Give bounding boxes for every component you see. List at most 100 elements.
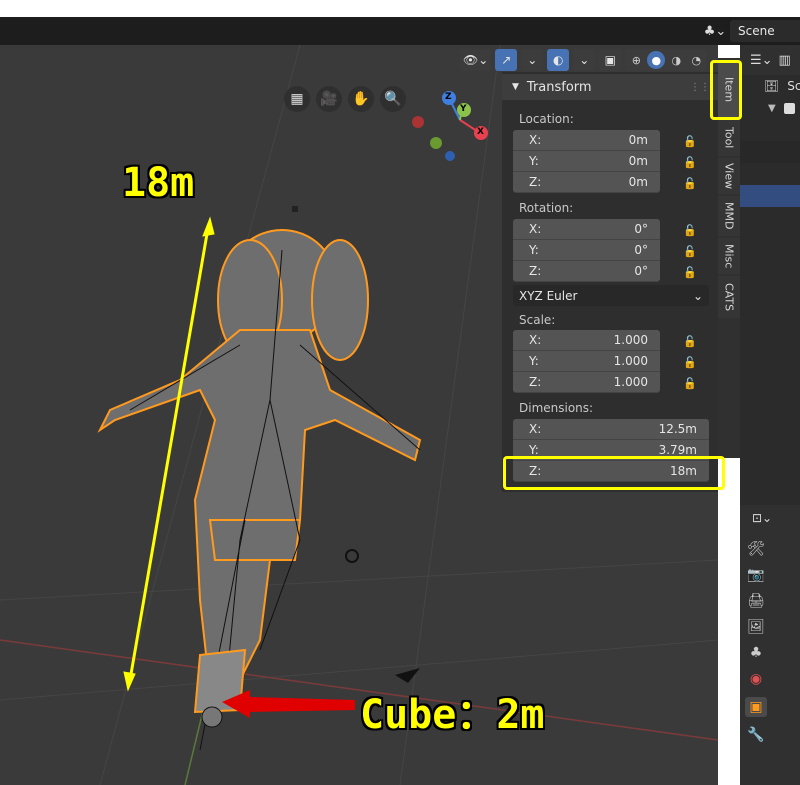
outliner-row[interactable] bbox=[740, 119, 800, 141]
location-label: Location: bbox=[519, 112, 574, 126]
view-layer-icon[interactable]: 🖼 bbox=[747, 619, 765, 635]
lock-icon[interactable]: 🔓 bbox=[683, 377, 697, 391]
axis-label: Z: bbox=[529, 264, 542, 278]
checkbox-icon[interactable] bbox=[783, 102, 795, 114]
editor-type-icon[interactable]: ☰⌄ bbox=[750, 53, 773, 68]
pan-hand-icon[interactable]: ✋ bbox=[348, 86, 374, 112]
dimensions-x-field[interactable]: X: 12.5m bbox=[513, 419, 709, 440]
rotation-mode-select[interactable]: XYZ Euler ⌄ bbox=[513, 285, 709, 306]
solid-shading-icon[interactable]: ● bbox=[647, 51, 666, 69]
dimension-z-highlight bbox=[503, 456, 725, 490]
tab-misc[interactable]: Misc bbox=[718, 238, 740, 274]
properties-tabs: 🛠 📷 🖨 🖼 ♣ ◉ ▣ 🔧 bbox=[740, 535, 772, 743]
height-arrow bbox=[123, 216, 215, 692]
location-y-field[interactable]: Y: 0m bbox=[513, 151, 660, 172]
gizmo-z-label: Z bbox=[445, 92, 452, 102]
transform-panel-header[interactable]: ▼ Transform ⋮⋮ bbox=[502, 74, 718, 100]
lock-icon[interactable]: 🔓 bbox=[683, 245, 697, 259]
tab-cats[interactable]: CATS bbox=[718, 276, 740, 318]
axis-label: Y: bbox=[529, 243, 539, 257]
outliner-row-selected[interactable] bbox=[740, 185, 800, 207]
scale-x-field[interactable]: X: 1.000 bbox=[513, 330, 660, 351]
outliner-item-label: Sc bbox=[787, 79, 800, 93]
lock-icon[interactable]: 🔓 bbox=[683, 135, 697, 149]
expand-triangle-icon[interactable]: ▼ bbox=[768, 103, 776, 114]
rotation-z-field[interactable]: Z: 0° bbox=[513, 261, 660, 282]
properties-panel: ⊡⌄ 🛠 📷 🖨 🖼 ♣ ◉ ▣ 🔧 bbox=[740, 505, 800, 785]
grid-view-icon[interactable]: ▦ bbox=[284, 86, 310, 112]
filter-icon[interactable]: ▥ bbox=[779, 53, 791, 68]
field-value: 0° bbox=[634, 264, 648, 278]
axis-label: X: bbox=[529, 222, 542, 236]
height-annotation: 18m bbox=[122, 160, 195, 206]
lock-icon[interactable]: 🔓 bbox=[683, 266, 697, 280]
drag-handle-icon[interactable]: ⋮⋮ bbox=[690, 82, 710, 93]
scale-z-field[interactable]: Z: 1.000 bbox=[513, 372, 660, 393]
location-z-field[interactable]: Z: 0m bbox=[513, 172, 660, 193]
scene-icon[interactable]: ♣ bbox=[750, 645, 763, 661]
field-value: 1.000 bbox=[613, 354, 648, 368]
lock-icon[interactable]: 🔓 bbox=[683, 156, 697, 170]
tab-view[interactable]: View bbox=[718, 158, 740, 194]
scale-y-field[interactable]: Y: 1.000 bbox=[513, 351, 660, 372]
outliner-row[interactable]: 🗄 Sc bbox=[740, 75, 800, 97]
overlay-dropdown-icon[interactable]: ⌄ bbox=[573, 49, 596, 71]
axis-label: X: bbox=[529, 422, 542, 436]
field-value: 1.000 bbox=[613, 375, 648, 389]
world-icon[interactable]: ◉ bbox=[750, 671, 762, 687]
field-value: 1.000 bbox=[613, 333, 648, 347]
scene-selector[interactable]: ♣⌄ Scene bbox=[700, 20, 800, 42]
outliner-row[interactable] bbox=[740, 163, 800, 185]
cube-pointer-arrow bbox=[222, 690, 355, 718]
tab-mmd[interactable]: MMD bbox=[718, 196, 740, 236]
scene-icon: ♣⌄ bbox=[703, 23, 727, 39]
properties-header: ⊡⌄ bbox=[740, 505, 800, 531]
modifier-icon[interactable]: 🔧 bbox=[747, 727, 764, 743]
material-shading-icon[interactable]: ◑ bbox=[667, 51, 685, 69]
outliner-row[interactable]: ▼ bbox=[740, 97, 800, 119]
location-x-field[interactable]: X: 0m bbox=[513, 130, 660, 151]
camera-object bbox=[395, 668, 420, 683]
x-axis-line bbox=[0, 639, 718, 741]
gizmo-dropdown-icon[interactable]: ⌄ bbox=[521, 49, 544, 71]
gizmo-x-label: X bbox=[477, 127, 484, 137]
object-icon[interactable]: ▣ bbox=[745, 697, 767, 717]
axis-label: X: bbox=[529, 133, 542, 147]
lock-icon[interactable]: 🔓 bbox=[683, 356, 697, 370]
field-value: 12.5m bbox=[658, 422, 697, 436]
panel-title: Transform bbox=[526, 79, 592, 95]
field-value: 0° bbox=[634, 222, 648, 236]
scene-name[interactable]: Scene bbox=[730, 20, 800, 42]
gizmo-toggle-icon[interactable]: ↗ bbox=[495, 49, 518, 71]
lock-icon[interactable]: 🔓 bbox=[683, 335, 697, 349]
field-value: 0m bbox=[628, 133, 648, 147]
viewport-header: 👁⌄ ↗ ⌄ ◐ ⌄ ▣ ⊕ ● ◑ ◔ bbox=[460, 48, 708, 72]
camera-view-icon[interactable]: 🎥 bbox=[316, 86, 342, 112]
dimensions-label: Dimensions: bbox=[519, 401, 594, 415]
tab-tool[interactable]: Tool bbox=[718, 120, 740, 156]
rotation-y-field[interactable]: Y: 0° bbox=[513, 240, 660, 261]
field-value: 0° bbox=[634, 243, 648, 257]
xray-icon[interactable]: ▣ bbox=[599, 49, 622, 71]
editor-type-icon[interactable]: ⊡⌄ bbox=[752, 511, 772, 525]
rendered-shading-icon[interactable]: ◔ bbox=[687, 51, 705, 69]
collection-icon: 🗄 bbox=[764, 79, 780, 93]
output-icon[interactable]: 🖨 bbox=[747, 593, 765, 609]
lock-icon[interactable]: 🔓 bbox=[683, 224, 697, 238]
lock-icon[interactable]: 🔓 bbox=[683, 177, 697, 191]
top-bar bbox=[0, 17, 800, 45]
zoom-icon[interactable]: 🔍 bbox=[380, 86, 406, 112]
axis-label: Y: bbox=[529, 443, 539, 457]
render-icon[interactable]: 📷 bbox=[747, 567, 764, 583]
visibility-icon[interactable]: 👁⌄ bbox=[460, 49, 492, 71]
collapse-triangle-icon: ▼ bbox=[512, 82, 519, 92]
tool-settings-icon[interactable]: 🛠 bbox=[747, 541, 765, 557]
rotation-x-field[interactable]: X: 0° bbox=[513, 219, 660, 240]
axis-label: Z: bbox=[529, 375, 542, 389]
overlay-toggle-icon[interactable]: ◐ bbox=[547, 49, 570, 71]
rotation-label: Rotation: bbox=[519, 201, 574, 215]
wireframe-shading-icon[interactable]: ⊕ bbox=[627, 51, 645, 69]
outliner-row[interactable] bbox=[740, 141, 800, 163]
select-value: XYZ Euler bbox=[519, 288, 578, 303]
shading-modes: ⊕ ● ◑ ◔ bbox=[625, 49, 708, 71]
